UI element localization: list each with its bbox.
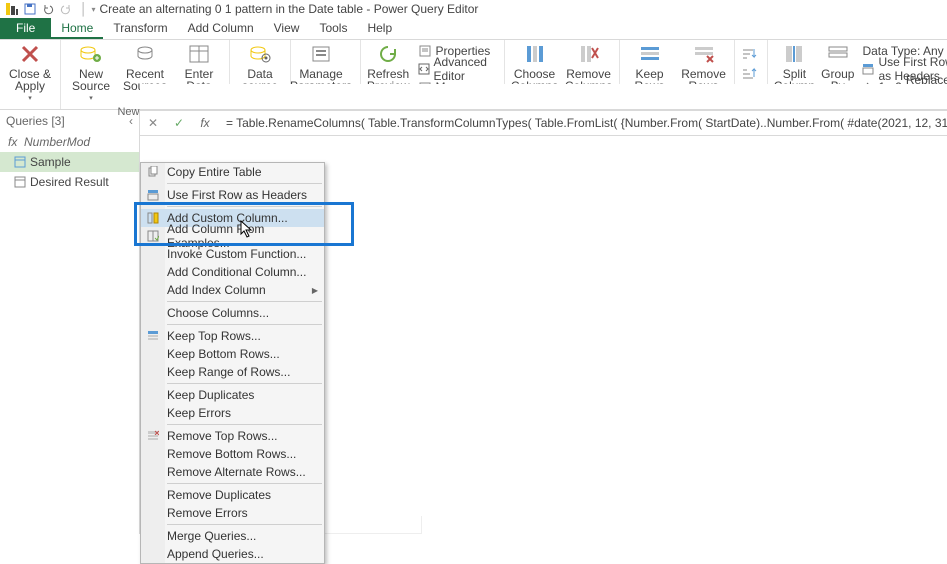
query-function-numbermod[interactable]: fx NumberMod [0,132,139,152]
cm-keep-bottom-rows[interactable]: Keep Bottom Rows... [141,345,324,363]
title-bar: │ ▾ Create an alternating 0 1 pattern in… [0,0,947,18]
save-icon[interactable] [22,1,38,17]
cm-merge-queries[interactable]: Merge Queries... [141,527,324,545]
cm-keep-top-rows[interactable]: Keep Top Rows... [141,327,324,345]
tab-file[interactable]: File [0,18,51,39]
keep-top-icon [145,328,161,344]
queries-pane: Queries [3]‹ fx NumberMod Sample Desired… [0,110,140,534]
cm-remove-errors[interactable]: Remove Errors [141,504,324,522]
collapse-queries-icon[interactable]: ‹ [129,114,133,128]
submenu-arrow-icon: ▶ [312,286,318,295]
cm-keep-errors[interactable]: Keep Errors [141,404,324,422]
advanced-editor-button[interactable]: Advanced Editor [416,60,498,77]
cm-remove-bottom-rows[interactable]: Remove Bottom Rows... [141,445,324,463]
cm-add-index-column[interactable]: Add Index Column▶ [141,281,324,299]
redo-icon[interactable] [58,1,74,17]
sort-asc-icon[interactable] [741,46,757,60]
tab-help[interactable]: Help [357,18,402,39]
tab-add-column[interactable]: Add Column [178,18,264,39]
formula-bar: ✕ ✓ fx = Table.RenameColumns( Table.Tran… [140,110,947,136]
window-title: Create an alternating 0 1 pattern in the… [100,2,479,16]
remove-top-icon [145,428,161,444]
cm-keep-duplicates[interactable]: Keep Duplicates [141,386,324,404]
qat-customize-icon[interactable]: ▾ [92,5,96,14]
cm-add-column-from-examples[interactable]: Add Column From Examples... [141,227,324,245]
cm-remove-top-rows[interactable]: Remove Top Rows... [141,427,324,445]
cm-copy-entire-table[interactable]: Copy Entire Table [141,163,324,181]
cm-remove-duplicates[interactable]: Remove Duplicates [141,486,324,504]
queries-header: Queries [3]‹ [0,110,139,132]
cm-keep-range-rows[interactable]: Keep Range of Rows... [141,363,324,381]
formula-bar [140,84,947,110]
new-source-button[interactable]: New Source▾ [67,42,115,105]
query-sample[interactable]: Sample [0,152,139,172]
cm-choose-columns[interactable]: Choose Columns... [141,304,324,322]
tab-home[interactable]: Home [51,18,103,39]
fx-icon[interactable]: fx [192,110,218,136]
tab-tools[interactable]: Tools [309,18,357,39]
headers-icon [145,187,161,203]
examples-icon [145,228,161,244]
copy-icon [145,164,161,180]
sort-desc-icon[interactable] [741,66,757,80]
close-apply-button[interactable]: Close & Apply▾ [6,42,54,105]
qat-separator: │ [80,2,88,16]
formula-text[interactable]: = Table.RenameColumns( Table.TransformCo… [218,116,947,130]
custom-column-icon [145,210,161,226]
tab-transform[interactable]: Transform [103,18,177,39]
menu-bar: File Home Transform Add Column View Tool… [0,18,947,40]
app-icon [4,1,20,17]
cm-add-conditional-column[interactable]: Add Conditional Column... [141,263,324,281]
cm-append-queries[interactable]: Append Queries... [141,545,324,563]
query-desired-result[interactable]: Desired Result [0,172,139,192]
accept-formula-icon[interactable]: ✓ [166,110,192,136]
context-menu: Copy Entire Table Use First Row as Heade… [140,162,325,564]
cancel-formula-icon[interactable]: ✕ [140,110,166,136]
tab-view[interactable]: View [264,18,310,39]
cm-invoke-custom-function[interactable]: Invoke Custom Function... [141,245,324,263]
cm-use-first-row-headers[interactable]: Use First Row as Headers [141,186,324,204]
cm-remove-alternate-rows[interactable]: Remove Alternate Rows... [141,463,324,481]
undo-icon[interactable] [40,1,56,17]
